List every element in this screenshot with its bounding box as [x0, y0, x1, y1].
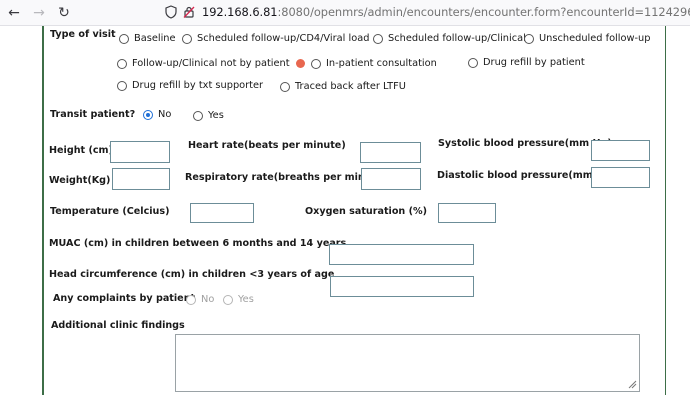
- complaints-no-option[interactable]: No: [186, 294, 214, 305]
- option-label: Scheduled follow-up/CD4/Viral load: [197, 33, 370, 44]
- complaints-yes-option[interactable]: Yes: [223, 294, 254, 305]
- visit-option-traced-ltfu[interactable]: Traced back after LTFU: [280, 81, 406, 92]
- option-label: Baseline: [134, 33, 176, 44]
- additional-findings-textarea[interactable]: [175, 334, 640, 392]
- option-label: Follow-up/Clinical not by patient: [132, 58, 290, 69]
- temperature-label: Temperature (Celcius): [50, 206, 170, 217]
- option-label: Drug refill by patient: [483, 57, 585, 68]
- option-label: No: [158, 109, 172, 120]
- visit-option-drug-refill-patient[interactable]: Drug refill by patient: [468, 57, 585, 68]
- visit-option-unscheduled[interactable]: Unscheduled follow-up: [524, 33, 650, 44]
- radio-icon[interactable]: [373, 33, 383, 44]
- option-label: Yes: [208, 110, 224, 121]
- radio-icon[interactable]: [311, 58, 321, 69]
- cursor-pointer-icon: [295, 59, 305, 68]
- transit-no-option[interactable]: No: [143, 109, 171, 120]
- oxygen-saturation-input[interactable]: [438, 203, 496, 223]
- visit-option-not-by-patient[interactable]: Follow-up/Clinical not by patient: [117, 58, 305, 69]
- systolic-input[interactable]: [591, 140, 650, 161]
- temperature-input[interactable]: [190, 203, 254, 223]
- address-bar[interactable]: 192.168.6.81:8080/openmrs/admin/encounte…: [202, 5, 690, 19]
- option-label: Unscheduled follow-up: [539, 33, 651, 44]
- heart-rate-input[interactable]: [360, 142, 421, 163]
- insecure-lock-icon[interactable]: [182, 5, 196, 19]
- radio-icon[interactable]: [280, 81, 290, 92]
- respiratory-rate-input[interactable]: [361, 168, 421, 190]
- radio-icon[interactable]: [143, 109, 153, 120]
- visit-option-scheduled-clinical[interactable]: Scheduled follow-up/Clinical: [373, 33, 526, 44]
- transit-patient-label: Transit patient?: [50, 109, 136, 120]
- option-label: No: [201, 294, 215, 305]
- heart-rate-label: Heart rate(beats per minute): [188, 140, 346, 151]
- form-border-left: [42, 26, 44, 395]
- muac-input[interactable]: [329, 244, 474, 265]
- visit-option-baseline[interactable]: Baseline: [119, 33, 176, 44]
- head-circumference-label: Head circumference (cm) in children <3 y…: [49, 269, 335, 280]
- form-border-right: [665, 26, 666, 395]
- weight-input[interactable]: [112, 168, 170, 190]
- complaints-label: Any complaints by patient: [53, 293, 196, 304]
- transit-yes-option[interactable]: Yes: [193, 110, 224, 121]
- radio-icon[interactable]: [468, 57, 478, 68]
- url-path: :8080/openmrs/admin/encounters/encounter…: [277, 5, 690, 19]
- radio-icon[interactable]: [119, 33, 129, 44]
- reload-icon[interactable]: ↻: [55, 4, 73, 22]
- height-input[interactable]: [110, 141, 170, 163]
- respiratory-rate-label: Respiratory rate(breaths per minute): [185, 172, 388, 183]
- browser-toolbar: ← → ↻ 192.168.6.81:8080/openmrs/admin/en…: [0, 0, 690, 26]
- diastolic-input[interactable]: [591, 167, 650, 188]
- option-label: Traced back after LTFU: [295, 81, 406, 92]
- option-label: Yes: [238, 294, 254, 305]
- radio-icon[interactable]: [193, 110, 203, 121]
- resize-grip-icon[interactable]: [628, 380, 637, 389]
- option-label: Drug refill by txt supporter: [132, 80, 264, 91]
- url-host: 192.168.6.81: [202, 5, 278, 19]
- visit-option-scheduled-cd4[interactable]: Scheduled follow-up/CD4/Viral load: [182, 33, 369, 44]
- height-label: Height (cm): [49, 145, 113, 156]
- radio-icon[interactable]: [117, 58, 127, 69]
- diastolic-label: Diastolic blood pressure(mm Hg): [437, 170, 616, 181]
- systolic-label: Systolic blood pressure(mm Hg): [438, 138, 612, 149]
- type-of-visit-label: Type of visit: [50, 29, 116, 40]
- shield-icon[interactable]: [164, 5, 178, 19]
- oxygen-saturation-label: Oxygen saturation (%): [305, 206, 427, 217]
- head-circumference-input[interactable]: [330, 276, 474, 297]
- radio-icon[interactable]: [117, 80, 127, 91]
- weight-label: Weight(Kg): [49, 175, 111, 186]
- additional-findings-label: Additional clinic findings: [51, 320, 185, 331]
- radio-icon[interactable]: [524, 33, 534, 44]
- radio-icon[interactable]: [182, 33, 192, 44]
- muac-label: MUAC (cm) in children between 6 months a…: [49, 238, 347, 249]
- back-icon[interactable]: ←: [5, 4, 23, 22]
- option-label: Scheduled follow-up/Clinical: [388, 33, 526, 44]
- option-label: In-patient consultation: [326, 58, 437, 69]
- forward-icon[interactable]: →: [30, 4, 48, 22]
- radio-icon[interactable]: [223, 294, 233, 305]
- radio-icon[interactable]: [186, 294, 196, 305]
- visit-option-inpatient[interactable]: In-patient consultation: [311, 58, 437, 69]
- visit-option-drug-refill-txt[interactable]: Drug refill by txt supporter: [117, 80, 263, 91]
